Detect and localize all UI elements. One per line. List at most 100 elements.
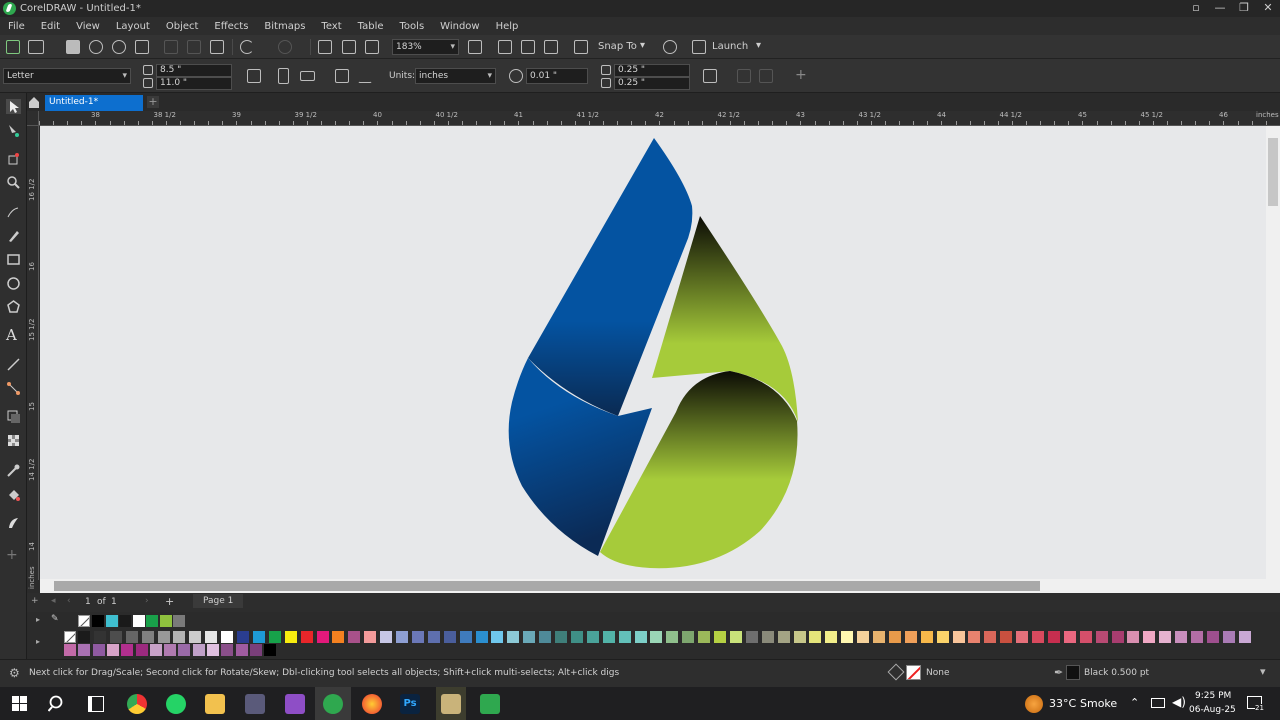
- search-icon[interactable]: [47, 695, 66, 713]
- color-swatch[interactable]: [745, 631, 758, 643]
- chevron-down-icon[interactable]: ▾: [640, 40, 645, 51]
- color-swatch[interactable]: [570, 631, 583, 643]
- color-swatch[interactable]: [1143, 631, 1156, 643]
- color-swatch[interactable]: [873, 631, 885, 643]
- parallel-dimension-icon[interactable]: [6, 357, 21, 372]
- color-swatch[interactable]: [92, 644, 105, 656]
- color-swatch[interactable]: [761, 631, 774, 643]
- color-swatch[interactable]: [666, 631, 679, 643]
- file-explorer-icon[interactable]: [205, 694, 225, 714]
- color-swatch[interactable]: [443, 631, 456, 643]
- pick-tool-icon[interactable]: [6, 99, 21, 114]
- color-swatch[interactable]: [264, 644, 277, 656]
- color-swatch[interactable]: [1095, 631, 1108, 643]
- color-swatch[interactable]: [78, 631, 90, 643]
- color-swatch[interactable]: [78, 644, 91, 656]
- zoom-level-dropdown[interactable]: 183%: [392, 39, 459, 55]
- color-swatch[interactable]: [1191, 631, 1203, 643]
- outline-dropdown-icon[interactable]: ▾: [1260, 665, 1266, 678]
- color-swatch[interactable]: [396, 631, 408, 643]
- color-swatch[interactable]: [1206, 631, 1219, 643]
- snap-to-icon[interactable]: [574, 40, 588, 54]
- page-width-field[interactable]: 8.5 ": [156, 64, 232, 77]
- menu-window[interactable]: Window: [432, 21, 487, 32]
- color-swatch[interactable]: [825, 631, 838, 643]
- shape-tool-icon[interactable]: [6, 123, 21, 138]
- horizontal-scroll-thumb[interactable]: [54, 581, 1040, 591]
- photo-app-icon[interactable]: [285, 694, 305, 714]
- menu-text[interactable]: Text: [313, 21, 349, 32]
- chrome-icon[interactable]: [127, 694, 147, 714]
- color-swatch[interactable]: [146, 615, 158, 627]
- color-swatch[interactable]: [237, 631, 249, 643]
- color-swatch[interactable]: [364, 631, 377, 643]
- print-icon[interactable]: [135, 40, 149, 54]
- portrait-icon[interactable]: [278, 68, 289, 84]
- color-swatch[interactable]: [268, 631, 281, 643]
- duplicate-distance-x-field[interactable]: 0.25 ": [614, 64, 690, 77]
- pen-nib-icon[interactable]: ✒: [1054, 666, 1063, 679]
- color-swatch[interactable]: [698, 631, 711, 643]
- close-button[interactable]: ✕: [1256, 0, 1280, 17]
- color-swatch[interactable]: [1079, 631, 1092, 643]
- whatsapp-icon[interactable]: [166, 694, 186, 714]
- color-swatch[interactable]: [904, 631, 917, 643]
- text-tool-icon[interactable]: A: [6, 328, 21, 343]
- drawing-canvas[interactable]: [40, 126, 1266, 579]
- publish-pdf-icon[interactable]: [365, 40, 379, 54]
- volume-icon[interactable]: ◀): [1172, 695, 1186, 709]
- color-swatch[interactable]: [714, 631, 726, 643]
- welcome-home-icon[interactable]: [27, 95, 41, 109]
- rectangle-tool-icon[interactable]: [6, 252, 21, 267]
- palette-expand-icon[interactable]: ▸: [36, 637, 40, 646]
- save-icon[interactable]: [66, 40, 80, 54]
- color-swatch[interactable]: [650, 631, 663, 643]
- color-swatch[interactable]: [968, 631, 981, 643]
- clock-date[interactable]: 06-Aug-25: [1189, 705, 1236, 715]
- clock-time[interactable]: 9:25 PM: [1195, 691, 1231, 701]
- show-guidelines-icon[interactable]: [544, 40, 558, 54]
- color-swatch[interactable]: [1032, 631, 1044, 643]
- color-swatch[interactable]: [427, 631, 440, 643]
- freehand-tool-icon[interactable]: [6, 205, 21, 220]
- snap-to-dropdown[interactable]: Snap To: [598, 41, 637, 52]
- color-swatch[interactable]: [952, 631, 965, 643]
- color-swatch[interactable]: [1238, 631, 1251, 643]
- color-swatch[interactable]: [316, 631, 329, 643]
- transparency-tool-icon[interactable]: [6, 433, 21, 448]
- menu-help[interactable]: Help: [488, 21, 527, 32]
- tab-untitled-1[interactable]: Untitled-1*: [45, 95, 143, 111]
- color-swatch[interactable]: [348, 631, 361, 643]
- page-height-field[interactable]: 11.0 ": [156, 77, 232, 90]
- color-swatch[interactable]: [93, 631, 106, 643]
- launch-icon[interactable]: [692, 40, 706, 54]
- task-view-icon[interactable]: [88, 696, 104, 712]
- menu-table[interactable]: Table: [350, 21, 392, 32]
- color-swatch[interactable]: [109, 631, 122, 643]
- duplicate-distance-y-field[interactable]: 0.25 ": [614, 77, 690, 90]
- color-swatch[interactable]: [159, 615, 172, 627]
- cut-icon[interactable]: [164, 40, 178, 54]
- color-swatch[interactable]: [119, 615, 131, 627]
- launch-dropdown[interactable]: Launch: [712, 41, 748, 52]
- color-swatch[interactable]: [205, 631, 218, 643]
- color-swatch[interactable]: [1016, 631, 1029, 643]
- color-swatch[interactable]: [252, 631, 265, 643]
- color-swatch[interactable]: [984, 631, 997, 643]
- zoom-tool-icon[interactable]: [6, 175, 21, 190]
- copy-icon[interactable]: [187, 40, 201, 54]
- maximize-button[interactable]: ❐: [1232, 0, 1256, 17]
- color-swatch[interactable]: [1159, 631, 1172, 643]
- color-swatch[interactable]: [1000, 631, 1013, 643]
- page-dimensions-icon[interactable]: [247, 69, 261, 83]
- color-swatch[interactable]: [1127, 631, 1140, 643]
- nudge-distance-field[interactable]: 0.01 ": [526, 68, 588, 84]
- color-swatch[interactable]: [178, 644, 191, 656]
- treat-as-filled-icon[interactable]: [703, 69, 717, 83]
- artistic-media-icon[interactable]: [6, 228, 21, 243]
- previous-page-icon[interactable]: ‹: [67, 596, 71, 606]
- export-icon[interactable]: [342, 40, 356, 54]
- palette-expand-icon[interactable]: ▸: [36, 615, 40, 624]
- color-swatch[interactable]: [411, 631, 424, 643]
- color-swatch[interactable]: [164, 644, 177, 656]
